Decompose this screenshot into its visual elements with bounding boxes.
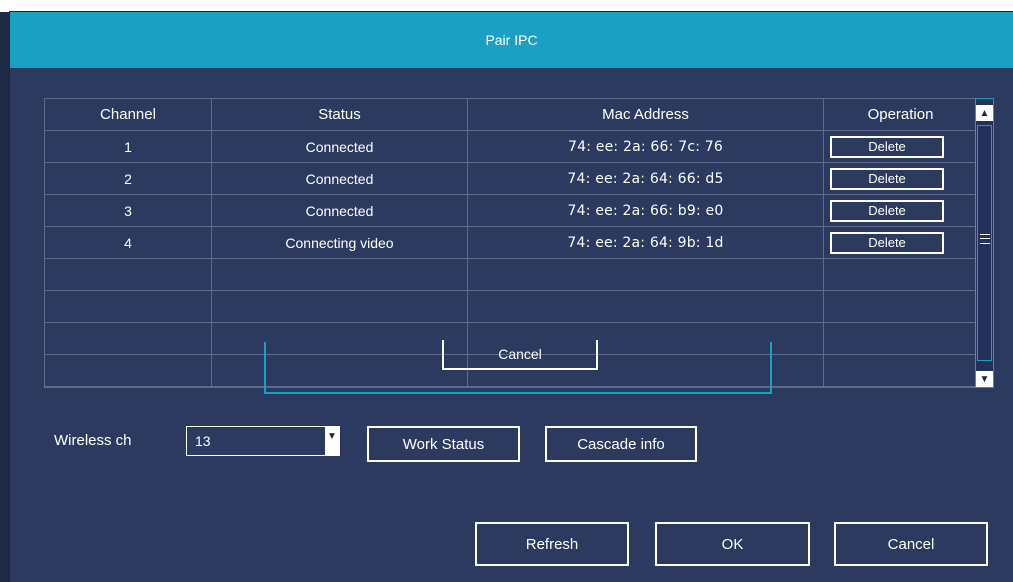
delete-button[interactable]: Delete bbox=[830, 167, 944, 190]
table-row[interactable]: 4 Connecting video 74: ee: 2a: 64: 9b: 1… bbox=[45, 227, 990, 259]
left-edge bbox=[0, 12, 10, 582]
table-scrollbar[interactable]: ▲ ▼ bbox=[975, 98, 994, 388]
delete-button[interactable]: Delete bbox=[830, 231, 944, 254]
channel-cell: 2 bbox=[45, 163, 212, 195]
mac-cell: 74: ee: 2a: 64: 66: d5 bbox=[468, 163, 824, 195]
grip-icon bbox=[980, 234, 990, 244]
scroll-thumb[interactable] bbox=[977, 125, 992, 361]
mac-cell: 74: ee: 2a: 66: 7c: 76 bbox=[468, 131, 824, 163]
triangle-up-icon[interactable]: ▲ bbox=[976, 105, 993, 121]
table-row[interactable]: 2 Connected 74: ee: 2a: 64: 66: d5 Delet… bbox=[45, 163, 990, 195]
cancel-button[interactable]: Cancel bbox=[834, 522, 988, 566]
status-cell: Connected bbox=[212, 163, 468, 195]
chevron-down-icon[interactable]: ▼ bbox=[325, 427, 339, 455]
triangle-down-icon[interactable]: ▼ bbox=[976, 371, 993, 387]
top-edge bbox=[0, 0, 1013, 12]
overlay-cancel-button[interactable]: Cancel bbox=[442, 340, 598, 370]
cascade-info-button[interactable]: Cascade info bbox=[545, 426, 697, 462]
channel-cell: 1 bbox=[45, 131, 212, 163]
channel-cell: 4 bbox=[45, 227, 212, 259]
status-cell: Connected bbox=[212, 195, 468, 227]
mac-cell: 74: ee: 2a: 64: 9b: 1d bbox=[468, 227, 824, 259]
empty-row bbox=[45, 291, 990, 323]
channel-cell: 3 bbox=[45, 195, 212, 227]
refresh-button[interactable]: Refresh bbox=[475, 522, 629, 566]
dialog-title: Pair IPC bbox=[485, 32, 538, 48]
header-operation: Operation bbox=[824, 99, 978, 131]
table-header-row: Channel Status Mac Address Operation bbox=[45, 99, 990, 131]
table-row[interactable]: 3 Connected 74: ee: 2a: 66: b9: e0 Delet… bbox=[45, 195, 990, 227]
delete-button[interactable]: Delete bbox=[830, 135, 944, 158]
status-cell: Connected bbox=[212, 131, 468, 163]
empty-row bbox=[45, 259, 990, 291]
mac-cell: 74: ee: 2a: 66: b9: e0 bbox=[468, 195, 824, 227]
work-status-button[interactable]: Work Status bbox=[367, 426, 520, 462]
wireless-ch-label: Wireless ch bbox=[54, 432, 132, 449]
header-mac-address: Mac Address bbox=[468, 99, 824, 131]
status-cell: Connecting video bbox=[212, 227, 468, 259]
wireless-ch-value: 13 bbox=[195, 433, 211, 449]
title-bar: Pair IPC bbox=[10, 12, 1013, 68]
header-status: Status bbox=[212, 99, 468, 131]
ok-button[interactable]: OK bbox=[655, 522, 810, 566]
table-row[interactable]: 1 Connected 74: ee: 2a: 66: 7c: 76 Delet… bbox=[45, 131, 990, 163]
wireless-ch-select[interactable]: 13 ▼ bbox=[186, 426, 340, 456]
header-channel: Channel bbox=[45, 99, 212, 131]
delete-button[interactable]: Delete bbox=[830, 199, 944, 222]
